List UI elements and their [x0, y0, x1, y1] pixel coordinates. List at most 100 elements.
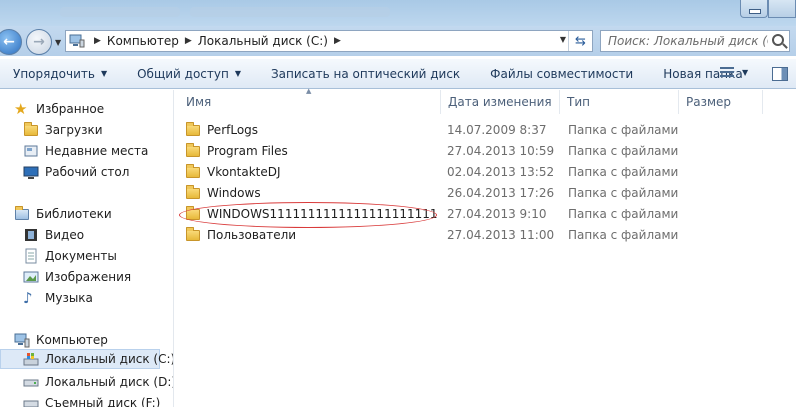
computer-icon — [14, 332, 30, 348]
nav-label: Локальный диск (C:) — [45, 352, 176, 366]
window-title-bar — [0, 0, 796, 26]
file-row[interactable]: VkontakteDJ 02.04.2013 13:52 Папка с фай… — [179, 162, 796, 183]
nav-label: Изображения — [45, 270, 132, 284]
nav-documents[interactable]: Документы — [23, 246, 117, 266]
file-date: 27.04.2013 11:00 — [447, 228, 555, 242]
star-icon: ★ — [14, 100, 28, 118]
file-name: Program Files — [207, 144, 288, 158]
file-date: 14.07.2009 8:37 — [447, 123, 547, 137]
nav-label: Съемный диск (F:) — [45, 396, 161, 407]
chevron-down-icon: ▼ — [100, 69, 108, 78]
column-type-label: Тип — [567, 95, 590, 109]
file-date: 27.04.2013 10:59 — [447, 144, 555, 158]
history-dropdown-icon[interactable]: ▼ — [55, 38, 61, 47]
nav-desktop[interactable]: Рабочий стол — [23, 162, 129, 182]
column-header-size[interactable]: Размер — [679, 90, 763, 114]
nav-local-disk-c[interactable]: Локальный диск (C:) — [0, 349, 175, 369]
file-row[interactable]: PerfLogs 14.07.2009 8:37 Папка с файлами — [179, 120, 796, 141]
nav-label: Документы — [45, 249, 117, 263]
file-date: 27.04.2013 9:10 — [447, 207, 547, 221]
share-button[interactable]: Общий доступ ▼ — [130, 67, 248, 81]
nav-label: Локальный диск (D:) — [45, 375, 177, 389]
file-row[interactable]: Windows 26.04.2013 17:26 Папка с файлами — [179, 183, 796, 204]
breadcrumb-chevron-icon[interactable]: ▶ — [328, 36, 347, 46]
sort-ascending-icon: ▲ — [306, 87, 312, 95]
folder-icon — [185, 185, 201, 201]
preview-pane-icon[interactable] — [772, 67, 788, 81]
film-icon — [23, 227, 39, 243]
music-note-icon: ♪ — [23, 289, 33, 307]
folder-icon — [185, 122, 201, 138]
nav-favorites[interactable]: ★ Избранное — [14, 99, 104, 119]
search-input[interactable] — [608, 34, 768, 48]
downloads-folder-icon — [23, 122, 39, 138]
nav-downloads[interactable]: Загрузки — [23, 120, 103, 140]
address-dropdown-icon[interactable]: ▼ — [560, 35, 566, 44]
folder-icon — [185, 227, 201, 243]
forward-button[interactable]: → — [26, 29, 52, 55]
burn-button[interactable]: Записать на оптический диск — [264, 67, 467, 81]
documents-icon — [23, 248, 39, 264]
view-options-icon[interactable] — [720, 67, 738, 81]
column-header-type[interactable]: Тип — [560, 90, 679, 114]
file-type: Папка с файлами — [568, 123, 679, 137]
folder-icon — [185, 143, 201, 159]
maximize-button[interactable] — [768, 0, 796, 18]
back-button[interactable]: ← — [0, 29, 22, 55]
drive-icon — [23, 374, 39, 390]
file-type: Папка с файлами — [568, 186, 679, 200]
search-icon[interactable] — [772, 34, 784, 46]
breadcrumb-local-disk-c[interactable]: Локальный диск (C:) — [198, 34, 328, 48]
blurred-title-text — [190, 7, 390, 17]
file-date: 02.04.2013 13:52 — [447, 165, 555, 179]
file-type: Папка с файлами — [568, 144, 679, 158]
file-name: PerfLogs — [207, 123, 259, 137]
file-type: Папка с файлами — [568, 165, 679, 179]
file-name: Пользователи — [207, 228, 297, 242]
nav-removable-f[interactable]: Съемный диск (F:) — [23, 393, 160, 407]
breadcrumb-chevron-icon[interactable]: ▶ — [88, 36, 107, 46]
file-type: Папка с файлами — [568, 207, 679, 221]
computer-icon — [66, 31, 88, 51]
file-list: Имя ▲ Дата изменения Тип Размер PerfLogs… — [179, 87, 796, 407]
folder-icon — [185, 164, 201, 180]
view-dropdown-icon[interactable]: ▼ — [742, 68, 748, 77]
blurred-title-text — [60, 7, 180, 17]
desktop-icon — [23, 164, 39, 180]
breadcrumb-chevron-icon[interactable]: ▶ — [179, 36, 198, 46]
column-header-date[interactable]: Дата изменения — [441, 90, 560, 114]
refresh-button[interactable]: ⇆ — [568, 31, 592, 51]
file-row[interactable]: Пользователи 27.04.2013 11:00 Папка с фа… — [179, 225, 796, 246]
removable-drive-icon — [23, 395, 39, 407]
address-bar[interactable]: ▶ Компьютер ▶ Локальный диск (C:) ▶ ▼ ⇆ — [65, 30, 593, 52]
nav-label: Рабочий стол — [45, 165, 130, 179]
compat-files-button[interactable]: Файлы совместимости — [483, 67, 640, 81]
nav-label: Избранное — [36, 102, 105, 116]
organize-button[interactable]: Упорядочить ▼ — [6, 67, 114, 81]
address-row: ← → ▼ ▶ Компьютер ▶ Локальный диск (C:) … — [0, 26, 796, 56]
file-name: VkontakteDJ — [207, 165, 281, 179]
nav-computer[interactable]: Компьютер — [14, 330, 108, 350]
column-size-label: Размер — [686, 95, 732, 109]
forward-arrow-icon: → — [33, 34, 45, 50]
minimize-button[interactable] — [740, 0, 768, 18]
recent-places-icon — [23, 143, 39, 159]
navigation-pane: ★ Избранное Загрузки Недавние места Рабо… — [0, 90, 176, 407]
red-highlight-ellipse — [179, 202, 437, 228]
file-row[interactable]: Program Files 27.04.2013 10:59 Папка с ф… — [179, 141, 796, 162]
nav-label: Библиотеки — [36, 207, 112, 221]
command-bar: Упорядочить ▼ Общий доступ ▼ Записать на о… — [0, 58, 796, 89]
nav-music[interactable]: ♪ Музыка — [23, 288, 93, 308]
file-name: Windows — [207, 186, 261, 200]
search-box[interactable] — [600, 30, 790, 52]
nav-pictures[interactable]: Изображения — [23, 267, 131, 287]
refresh-icon: ⇆ — [575, 33, 586, 49]
nav-recent-places[interactable]: Недавние места — [23, 141, 148, 161]
pictures-icon — [23, 269, 39, 285]
column-header-name[interactable]: Имя ▲ — [179, 87, 441, 114]
nav-local-disk-d[interactable]: Локальный диск (D:) — [23, 372, 176, 392]
nav-video[interactable]: Видео — [23, 225, 84, 245]
nav-libraries[interactable]: Библиотеки — [14, 204, 112, 224]
breadcrumb-computer[interactable]: Компьютер — [107, 34, 179, 48]
nav-label: Компьютер — [36, 333, 108, 347]
